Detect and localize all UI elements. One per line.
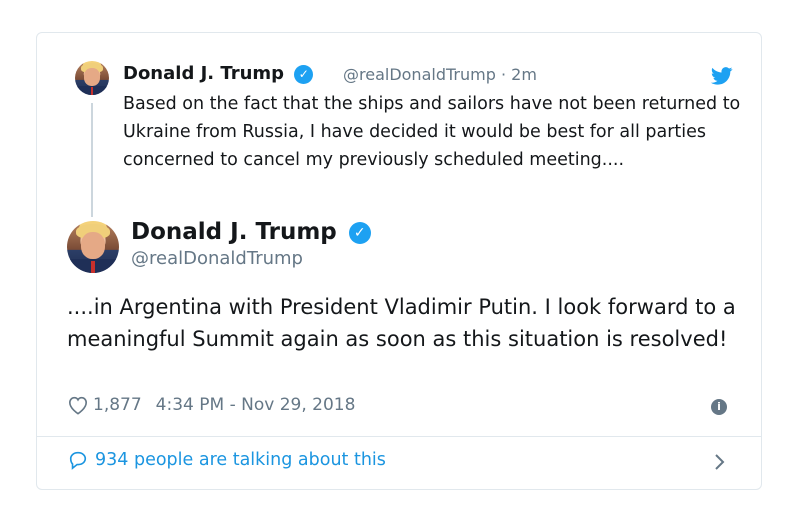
quoted-author-handle[interactable]: @realDonaldTrump: [343, 65, 496, 84]
chevron-right-icon[interactable]: [713, 451, 727, 473]
main-author-avatar[interactable]: [67, 221, 119, 273]
quoted-time-ago[interactable]: 2m: [511, 65, 537, 84]
meta-separator: ·: [500, 65, 507, 84]
main-author-name-text: Donald J. Trump: [131, 219, 337, 245]
verified-badge-icon: ✓: [294, 65, 314, 84]
reply-bubble-icon: [69, 451, 87, 470]
card-divider: [37, 436, 761, 437]
tweet-timestamp[interactable]: 4:34 PM - Nov 29, 2018: [156, 395, 356, 415]
thread-connector-line: [91, 103, 93, 217]
conversation-link[interactable]: 934 people are talking about this: [67, 450, 386, 470]
tweet-meta: 1,877 4:34 PM - Nov 29, 2018: [67, 395, 355, 415]
quoted-author-meta: @realDonaldTrump · 2m: [343, 65, 537, 84]
quoted-author-avatar[interactable]: [75, 61, 109, 95]
quoted-author-name[interactable]: Donald J. Trump ✓: [123, 63, 314, 84]
main-author-handle[interactable]: @realDonaldTrump: [131, 248, 303, 269]
twitter-bird-icon[interactable]: [711, 67, 733, 85]
heart-icon[interactable]: [67, 395, 89, 415]
like-count[interactable]: 1,877: [93, 395, 142, 415]
embedded-tweet-card: Donald J. Trump ✓ @realDonaldTrump · 2m …: [36, 32, 762, 490]
conversation-count-text: 934 people are talking about this: [95, 450, 386, 470]
info-icon[interactable]: i: [711, 399, 727, 415]
quoted-tweet-text: Based on the fact that the ships and sai…: [123, 94, 741, 170]
verified-badge-icon: ✓: [348, 222, 371, 244]
main-tweet-text: ....in Argentina with President Vladimir…: [67, 295, 736, 351]
main-author-name[interactable]: Donald J. Trump ✓: [131, 219, 371, 245]
quoted-author-name-text: Donald J. Trump: [123, 63, 285, 84]
